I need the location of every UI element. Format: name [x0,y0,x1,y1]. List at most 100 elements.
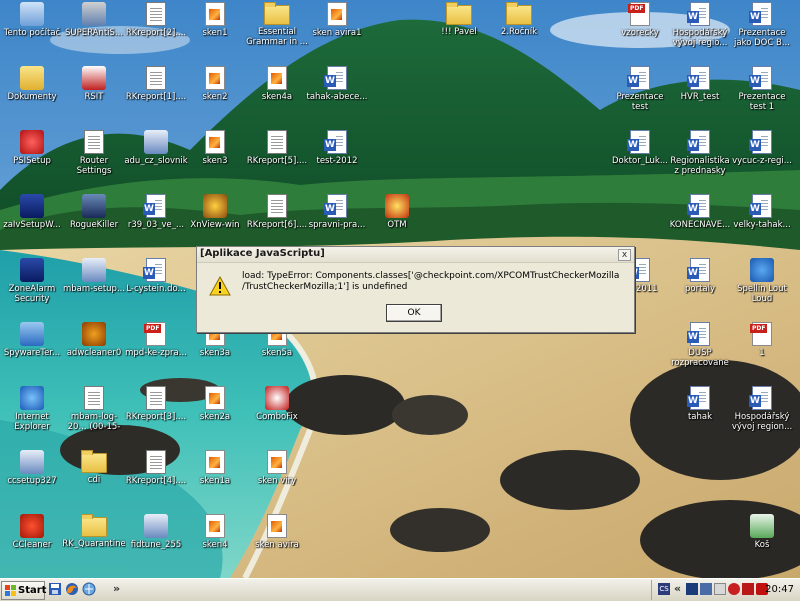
folder-icon [81,514,107,537]
installer-icon [82,258,106,282]
desktop-icon[interactable]: sken avira1 [305,0,369,62]
desktop-icon[interactable]: Essential Grammar in ... [245,0,309,62]
desktop-icon[interactable]: Hospodářský vývoj regio... [668,0,732,62]
desktop-icon[interactable]: SpywareTer... [0,320,64,382]
desktop-icon[interactable]: DUSP rozpracovane [668,320,732,382]
desktop-icon-label: spravni-pra... [308,220,366,230]
tray-overflow[interactable]: « [674,582,681,595]
desktop-icon[interactable]: Prezentace test 1 [730,64,794,126]
desktop-icon[interactable]: RKreport[5].... [245,128,309,190]
desktop-icon[interactable]: sken1a [183,448,247,510]
antivirus-tray-icon[interactable] [728,583,740,595]
desktop-icon[interactable]: ComboFix [245,384,309,446]
desktop-icon-label: sken4a [261,92,293,102]
browser-icon[interactable] [82,582,96,596]
psi-setup-icon [20,130,44,154]
desktop-icon-label: test-2012 [316,156,358,166]
desktop-icon[interactable]: adwcleaner0 [62,320,126,382]
desktop-icon[interactable]: KONECNAVE... [668,192,732,254]
word-file-icon [687,130,710,154]
desktop-icon-label: tahak [687,412,713,422]
desktop-icon[interactable]: OTM [365,192,429,254]
desktop-icon[interactable]: SUPERAntiS... [62,0,126,62]
desktop-icon[interactable]: sken1 [183,0,247,62]
desktop-icon[interactable]: Hospodářský vývoj region... [730,384,794,446]
desktop-icon[interactable]: 2.Ročník [487,0,551,62]
desktop-icon[interactable]: RogueKiller [62,192,126,254]
desktop-icon[interactable]: Prezentace jako DOC B... [730,0,794,62]
desktop-icon[interactable]: fidtune_255 [124,512,188,574]
desktop-icon[interactable]: tahak-abece... [305,64,369,126]
quicklaunch-overflow[interactable]: » [113,582,120,595]
desktop-icon[interactable]: Prezentace test [608,64,672,126]
desktop-icon[interactable]: Router Settings [62,128,126,190]
word-file-icon [749,386,772,410]
desktop-icon-label: Prezentace jako DOC B... [734,28,790,48]
desktop-icon[interactable]: L-cystein.do... [124,256,188,318]
desktop-icon[interactable]: sken4a [245,64,309,126]
desktop-icon[interactable]: Spellin Lout Loud [730,256,794,318]
firefox-icon[interactable] [65,582,79,596]
language-indicator-icon[interactable]: CS [658,583,670,595]
desktop-icon[interactable]: sken2a [183,384,247,446]
desktop-icon[interactable]: 1 [730,320,794,382]
desktop-icon[interactable]: vycuc-z-regi... [730,128,794,190]
desktop-icon[interactable]: mbam-log-20... (00-15-38) [62,384,126,446]
desktop-icon[interactable]: sken2 [183,64,247,126]
ati-tray-icon[interactable] [742,583,754,595]
desktop-icon[interactable]: Internet Explorer [0,384,64,446]
roguekiller-icon [82,194,106,218]
desktop-icon[interactable]: tahak [668,384,732,446]
desktop-icon[interactable]: RKreport[1].... [124,64,188,126]
desktop-icon[interactable]: test-2012 [305,128,369,190]
desktop-icon[interactable]: Dokumenty [0,64,64,126]
desktop-icon[interactable]: portaly [668,256,732,318]
zonealarm-tray-icon[interactable] [686,583,698,595]
desktop-icon[interactable]: RSIT [62,64,126,126]
start-button[interactable]: Start [1,581,46,600]
desktop-icon[interactable]: RKreport[4].... [124,448,188,510]
desktop-icon[interactable]: Koš [730,512,794,574]
desktop-icon[interactable]: RKreport[6].... [245,192,309,254]
taskbar-clock: 20:47 [765,584,794,595]
desktop-icon[interactable]: velky-tahak... [730,192,794,254]
ok-button[interactable]: OK [386,304,442,322]
desktop-icon[interactable]: ZoneAlarm Security [0,256,64,318]
desktop-icon[interactable]: PSISetup [0,128,64,190]
desktop-icon[interactable]: XnView-win [183,192,247,254]
desktop-icon[interactable]: CCleaner [0,512,64,574]
desktop-icon[interactable]: HVR_test [668,64,732,126]
text-file-icon [146,386,166,410]
desktop-icon[interactable]: sken3 [183,128,247,190]
desktop-icon[interactable]: Regionalistika z prednasky [668,128,732,190]
desktop-icon[interactable]: cdi [62,448,126,510]
desktop-icon-label: sken5a [261,348,293,358]
desktop-icon[interactable]: !!! Pavel [427,0,491,62]
desktop-icon[interactable]: vzorecky [608,0,672,62]
desktop-icon[interactable]: adu_cz_slovnik [124,128,188,190]
desktop-icon[interactable]: mpd-ke-zpra... [124,320,188,382]
save-icon[interactable] [48,582,62,596]
desktop-icon[interactable]: mbam-setup... [62,256,126,318]
desktop-icon[interactable]: zaIvSetupW... [0,192,64,254]
desktop-icon[interactable]: RK_Quarantine [62,512,126,574]
text-file-icon [146,2,166,26]
zonealarm-icon [20,258,44,282]
word-file-icon [143,258,166,282]
desktop-icon[interactable]: ccsetup327 [0,448,64,510]
desktop-icon[interactable]: RKreport[3].... [124,384,188,446]
folder-icon [446,2,472,25]
volume-tray-icon[interactable] [714,583,726,595]
desktop-icon[interactable]: sken viry [245,448,309,510]
dialog-close-button[interactable]: x [618,249,631,261]
dialog-titlebar[interactable]: [Aplikace JavaScriptu] x [197,247,634,263]
network-tray-icon[interactable] [700,583,712,595]
desktop-icon[interactable]: Doktor_Luk... [608,128,672,190]
desktop-icon[interactable]: sken4 [183,512,247,574]
desktop-icon[interactable]: r39_03_ve_... [124,192,188,254]
desktop-icon[interactable]: spravni-pra... [305,192,369,254]
text-file-icon [146,66,166,90]
desktop-icon[interactable]: sken avira [245,512,309,574]
desktop-icon[interactable]: Tento počítač [0,0,64,62]
desktop-icon[interactable]: RKreport[2].... [124,0,188,62]
